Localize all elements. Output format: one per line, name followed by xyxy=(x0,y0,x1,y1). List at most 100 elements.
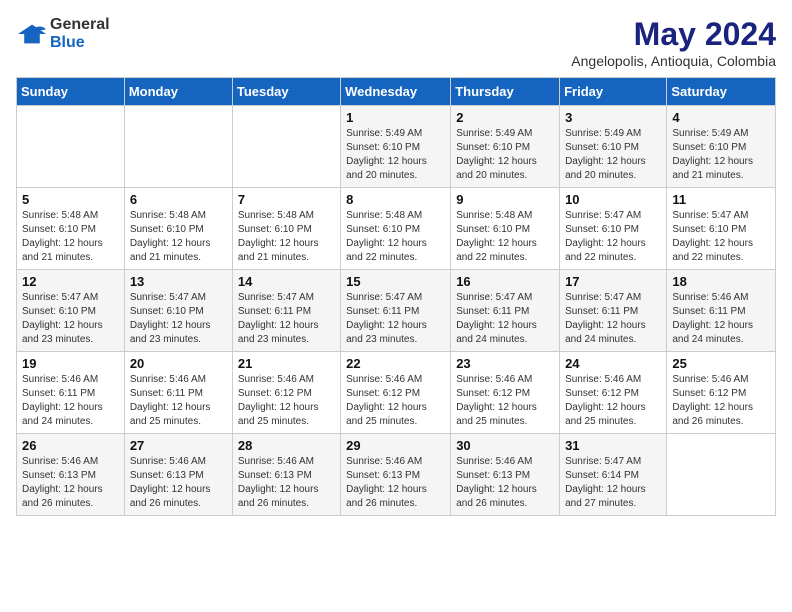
day-info: Sunrise: 5:46 AM Sunset: 6:11 PM Dayligh… xyxy=(130,373,227,429)
day-info: Sunrise: 5:46 AM Sunset: 6:12 PM Dayligh… xyxy=(346,373,445,429)
day-info: Sunrise: 5:47 AM Sunset: 6:10 PM Dayligh… xyxy=(22,291,119,347)
calendar-cell: 18 Sunrise: 5:46 AM Sunset: 6:11 PM Dayli… xyxy=(667,270,776,352)
month-title: May 2024 xyxy=(571,16,776,53)
calendar-cell: 23 Sunrise: 5:46 AM Sunset: 6:12 PM Dayli… xyxy=(451,352,560,434)
calendar-week-row: 26 Sunrise: 5:46 AM Sunset: 6:13 PM Dayli… xyxy=(17,434,776,516)
day-number: 23 xyxy=(456,356,554,371)
weekday-header: Tuesday xyxy=(232,78,340,106)
calendar-cell: 2 Sunrise: 5:49 AM Sunset: 6:10 PM Daylig… xyxy=(451,106,560,188)
day-info: Sunrise: 5:47 AM Sunset: 6:11 PM Dayligh… xyxy=(346,291,445,347)
weekday-header: Friday xyxy=(560,78,667,106)
day-info: Sunrise: 5:46 AM Sunset: 6:13 PM Dayligh… xyxy=(130,455,227,511)
day-number: 29 xyxy=(346,438,445,453)
calendar-week-row: 19 Sunrise: 5:46 AM Sunset: 6:11 PM Dayli… xyxy=(17,352,776,434)
calendar-cell xyxy=(124,106,232,188)
calendar-cell: 11Sunrise: 5:47 AM Sunset: 6:10 PM Dayli… xyxy=(667,188,776,270)
calendar-cell xyxy=(17,106,125,188)
calendar-cell: 31Sunrise: 5:47 AM Sunset: 6:14 PM Dayli… xyxy=(560,434,667,516)
day-number: 16 xyxy=(456,274,554,289)
day-number: 25 xyxy=(672,356,770,371)
day-info: Sunrise: 5:49 AM Sunset: 6:10 PM Dayligh… xyxy=(456,127,554,183)
calendar-cell: 7Sunrise: 5:48 AM Sunset: 6:10 PM Daylig… xyxy=(232,188,340,270)
day-number: 17 xyxy=(565,274,661,289)
day-info: Sunrise: 5:46 AM Sunset: 6:12 PM Dayligh… xyxy=(238,373,335,429)
logo-bird-icon xyxy=(18,23,46,45)
day-info: Sunrise: 5:48 AM Sunset: 6:10 PM Dayligh… xyxy=(456,209,554,265)
calendar-cell xyxy=(667,434,776,516)
day-info: Sunrise: 5:48 AM Sunset: 6:10 PM Dayligh… xyxy=(130,209,227,265)
day-info: Sunrise: 5:47 AM Sunset: 6:10 PM Dayligh… xyxy=(130,291,227,347)
day-number: 2 xyxy=(456,110,554,125)
weekday-header: Thursday xyxy=(451,78,560,106)
day-info: Sunrise: 5:46 AM Sunset: 6:13 PM Dayligh… xyxy=(456,455,554,511)
day-number: 30 xyxy=(456,438,554,453)
day-number: 13 xyxy=(130,274,227,289)
day-info: Sunrise: 5:47 AM Sunset: 6:11 PM Dayligh… xyxy=(565,291,661,347)
logo: General Blue xyxy=(16,16,110,51)
day-number: 3 xyxy=(565,110,661,125)
day-number: 8 xyxy=(346,192,445,207)
title-block: May 2024 Angelopolis, Antioquia, Colombi… xyxy=(571,16,776,69)
day-number: 19 xyxy=(22,356,119,371)
location: Angelopolis, Antioquia, Colombia xyxy=(571,53,776,69)
day-number: 31 xyxy=(565,438,661,453)
day-info: Sunrise: 5:46 AM Sunset: 6:13 PM Dayligh… xyxy=(238,455,335,511)
day-info: Sunrise: 5:48 AM Sunset: 6:10 PM Dayligh… xyxy=(346,209,445,265)
day-number: 26 xyxy=(22,438,119,453)
calendar-cell: 9 Sunrise: 5:48 AM Sunset: 6:10 PM Daylig… xyxy=(451,188,560,270)
calendar-cell: 5Sunrise: 5:48 AM Sunset: 6:10 PM Daylig… xyxy=(17,188,125,270)
calendar-cell: 8 Sunrise: 5:48 AM Sunset: 6:10 PM Daylig… xyxy=(341,188,451,270)
day-number: 12 xyxy=(22,274,119,289)
day-info: Sunrise: 5:46 AM Sunset: 6:13 PM Dayligh… xyxy=(346,455,445,511)
calendar-cell xyxy=(232,106,340,188)
calendar-cell: 26Sunrise: 5:46 AM Sunset: 6:13 PM Dayli… xyxy=(17,434,125,516)
calendar-cell: 13 Sunrise: 5:47 AM Sunset: 6:10 PM Dayli… xyxy=(124,270,232,352)
calendar-table: SundayMondayTuesdayWednesdayThursdayFrid… xyxy=(16,77,776,516)
day-number: 18 xyxy=(672,274,770,289)
day-number: 11 xyxy=(672,192,770,207)
day-info: Sunrise: 5:46 AM Sunset: 6:12 PM Dayligh… xyxy=(672,373,770,429)
day-info: Sunrise: 5:49 AM Sunset: 6:10 PM Dayligh… xyxy=(346,127,445,183)
calendar-cell: 14 Sunrise: 5:47 AM Sunset: 6:11 PM Dayli… xyxy=(232,270,340,352)
calendar-cell: 10 Sunrise: 5:47 AM Sunset: 6:10 PM Dayli… xyxy=(560,188,667,270)
weekday-header-row: SundayMondayTuesdayWednesdayThursdayFrid… xyxy=(17,78,776,106)
day-number: 10 xyxy=(565,192,661,207)
day-info: Sunrise: 5:48 AM Sunset: 6:10 PM Dayligh… xyxy=(22,209,119,265)
day-info: Sunrise: 5:46 AM Sunset: 6:11 PM Dayligh… xyxy=(672,291,770,347)
day-number: 4 xyxy=(672,110,770,125)
day-info: Sunrise: 5:46 AM Sunset: 6:11 PM Dayligh… xyxy=(22,373,119,429)
logo-general: General xyxy=(50,16,110,34)
day-info: Sunrise: 5:46 AM Sunset: 6:12 PM Dayligh… xyxy=(565,373,661,429)
calendar-cell: 15Sunrise: 5:47 AM Sunset: 6:11 PM Dayli… xyxy=(341,270,451,352)
day-info: Sunrise: 5:47 AM Sunset: 6:11 PM Dayligh… xyxy=(238,291,335,347)
day-info: Sunrise: 5:47 AM Sunset: 6:10 PM Dayligh… xyxy=(565,209,661,265)
logo-blue: Blue xyxy=(50,34,110,52)
calendar-cell: 20 Sunrise: 5:46 AM Sunset: 6:11 PM Dayli… xyxy=(124,352,232,434)
day-number: 27 xyxy=(130,438,227,453)
day-number: 21 xyxy=(238,356,335,371)
calendar-cell: 17 Sunrise: 5:47 AM Sunset: 6:11 PM Dayli… xyxy=(560,270,667,352)
calendar-cell: 19 Sunrise: 5:46 AM Sunset: 6:11 PM Dayli… xyxy=(17,352,125,434)
day-number: 20 xyxy=(130,356,227,371)
calendar-cell: 16 Sunrise: 5:47 AM Sunset: 6:11 PM Dayli… xyxy=(451,270,560,352)
calendar-cell: 30 Sunrise: 5:46 AM Sunset: 6:13 PM Dayli… xyxy=(451,434,560,516)
day-number: 28 xyxy=(238,438,335,453)
calendar-week-row: 1Sunrise: 5:49 AM Sunset: 6:10 PM Daylig… xyxy=(17,106,776,188)
day-number: 6 xyxy=(130,192,227,207)
calendar-cell: 22 Sunrise: 5:46 AM Sunset: 6:12 PM Dayli… xyxy=(341,352,451,434)
calendar-cell: 25 Sunrise: 5:46 AM Sunset: 6:12 PM Dayli… xyxy=(667,352,776,434)
day-info: Sunrise: 5:49 AM Sunset: 6:10 PM Dayligh… xyxy=(565,127,661,183)
day-number: 24 xyxy=(565,356,661,371)
calendar-cell: 1Sunrise: 5:49 AM Sunset: 6:10 PM Daylig… xyxy=(341,106,451,188)
day-info: Sunrise: 5:48 AM Sunset: 6:10 PM Dayligh… xyxy=(238,209,335,265)
day-number: 9 xyxy=(456,192,554,207)
day-number: 14 xyxy=(238,274,335,289)
weekday-header: Wednesday xyxy=(341,78,451,106)
day-info: Sunrise: 5:49 AM Sunset: 6:10 PM Dayligh… xyxy=(672,127,770,183)
day-info: Sunrise: 5:47 AM Sunset: 6:11 PM Dayligh… xyxy=(456,291,554,347)
weekday-header: Saturday xyxy=(667,78,776,106)
calendar-cell: 21 Sunrise: 5:46 AM Sunset: 6:12 PM Dayli… xyxy=(232,352,340,434)
calendar-week-row: 12 Sunrise: 5:47 AM Sunset: 6:10 PM Dayli… xyxy=(17,270,776,352)
day-number: 22 xyxy=(346,356,445,371)
day-info: Sunrise: 5:46 AM Sunset: 6:12 PM Dayligh… xyxy=(456,373,554,429)
